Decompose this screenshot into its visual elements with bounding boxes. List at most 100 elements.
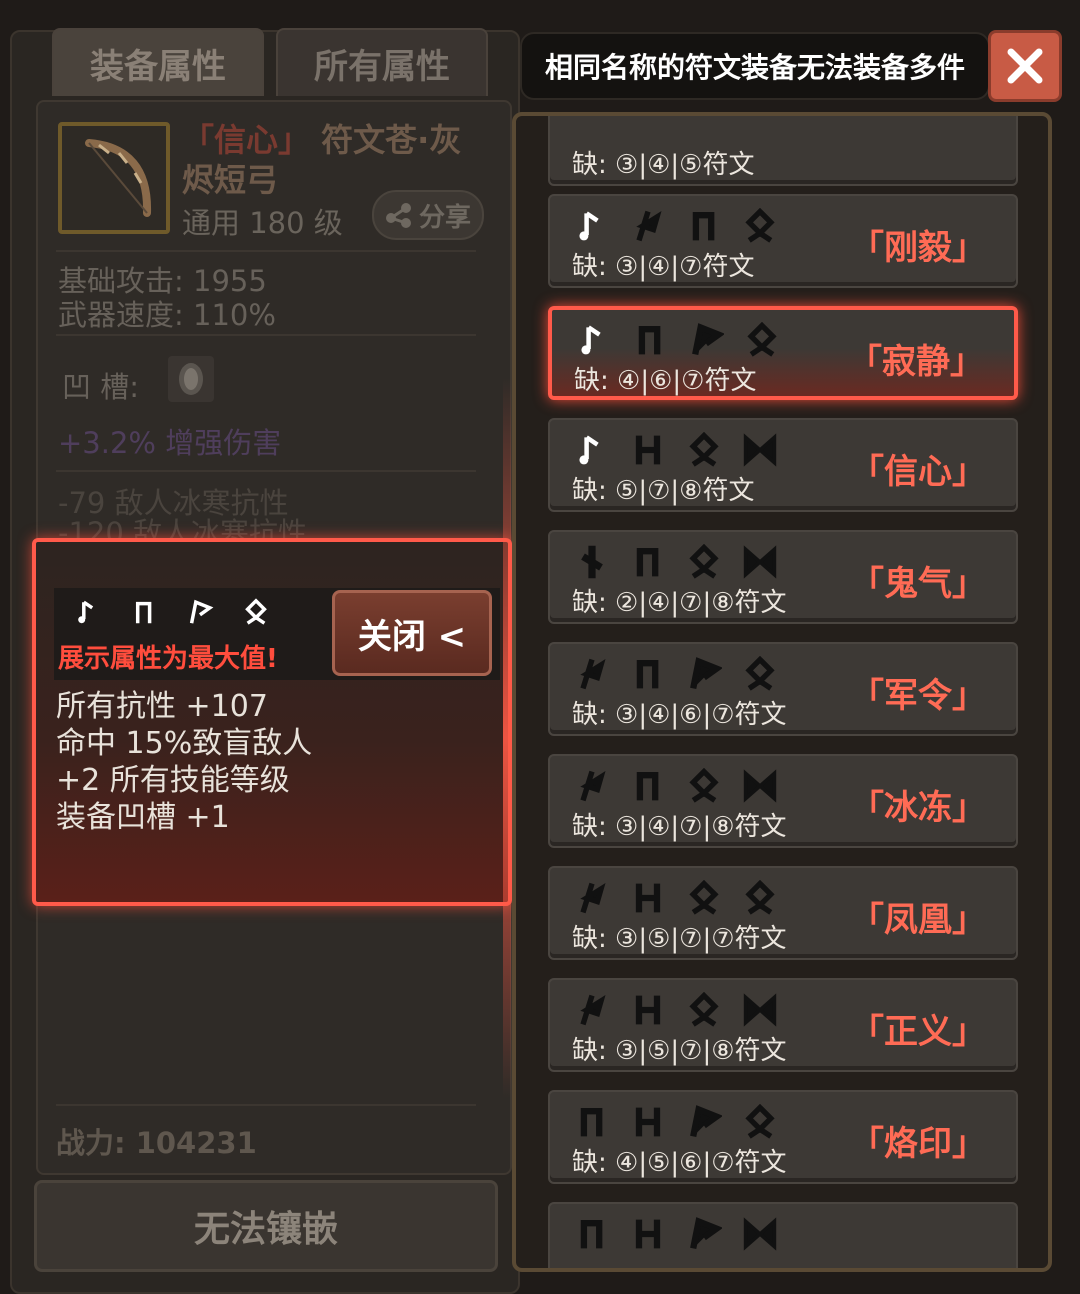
divider <box>56 334 476 336</box>
item-level: 通用 180 级 <box>182 206 343 240</box>
runeword-row[interactable]: 缺: ②|④|⑦|⑧符文 「鬼气」 <box>548 530 1018 624</box>
rune-note-icon <box>78 600 94 624</box>
rune-bowtie-icon <box>743 1217 777 1251</box>
runeword-popup: 展示属性为最大值! 关闭 < 所有抗性 +107 命中 15%致盲敌人 +2 所… <box>32 538 512 906</box>
divider <box>56 470 476 472</box>
missing-runes: 缺: ⑤|⑦|⑧符文 <box>572 476 755 506</box>
runeword-name: 「信心」 <box>850 452 986 492</box>
rune-bowtie-icon <box>743 545 777 579</box>
runeword-name: 「正义」 <box>850 1012 986 1052</box>
runeword-row[interactable]: 缺: ⑤|⑦|⑧符文 「信心」 <box>548 418 1018 512</box>
combat-power: 战力: 104231 <box>56 1126 257 1160</box>
rune-flag-icon <box>580 882 606 914</box>
missing-runes: 缺: ③|⑤|⑦|⑦符文 <box>572 924 787 954</box>
rune-knot-icon <box>689 432 719 467</box>
rune-icons <box>574 880 778 916</box>
rune-banner-icon <box>692 323 724 356</box>
popup-stat: 所有抗性 +107 <box>56 689 268 724</box>
rune-gate-icon <box>580 1220 603 1249</box>
rune-knot-icon <box>745 208 775 243</box>
rune-banner-icon <box>189 599 214 624</box>
missing-runes: 缺: ④|⑤|⑥|⑦符文 <box>572 1148 787 1178</box>
rune-h-icon <box>635 995 661 1025</box>
popup-stat: +2 所有技能等级 <box>56 763 290 798</box>
rune-knot-icon <box>245 598 267 625</box>
empty-socket-icon <box>168 356 214 402</box>
weapon-speed: 武器速度: 110% <box>58 298 276 332</box>
missing-runes: 缺: ④|⑥|⑦符文 <box>574 366 757 396</box>
runeword-name: 「军令」 <box>850 676 986 716</box>
missing-runes: 缺: ③|④|⑦|⑧符文 <box>572 812 787 842</box>
runeword-row[interactable] <box>548 1202 1018 1268</box>
tab-equip-attributes[interactable]: 装备属性 <box>52 28 264 96</box>
runeword-row[interactable]: 缺: ③|④|⑥|⑦符文 「军令」 <box>548 642 1018 736</box>
rune-h-icon <box>635 435 661 465</box>
missing-runes: 缺: ③|④|⑤符文 <box>572 150 755 180</box>
rune-knot-icon <box>689 992 719 1027</box>
divider <box>56 1104 476 1106</box>
runeword-row[interactable]: 缺: ④|⑤|⑥|⑦符文 「烙印」 <box>548 1090 1018 1184</box>
tab-all-attributes[interactable]: 所有属性 <box>276 28 488 96</box>
rune-flag-icon <box>580 658 606 690</box>
rune-banner-icon <box>690 1217 722 1250</box>
bonus-stat: +3.2% 增强伤害 <box>58 426 282 460</box>
divider <box>56 250 476 252</box>
rune-h-icon <box>635 1107 661 1137</box>
share-button[interactable]: 分享 <box>372 190 484 240</box>
rune-icons <box>574 432 778 468</box>
inlay-button[interactable]: 无法镶嵌 <box>34 1180 498 1272</box>
rune-knot-icon <box>689 544 719 579</box>
rune-icons <box>574 1216 778 1252</box>
runeword-name: 「冰冻」 <box>850 788 986 828</box>
runeword-row[interactable]: 缺: ③|④|⑦符文 「刚毅」 <box>548 194 1018 288</box>
glow-connector <box>503 378 511 1098</box>
runeword-name: 「寂静」 <box>848 342 984 382</box>
rune-flag-icon <box>580 994 606 1026</box>
rune-knot-icon <box>745 1104 775 1139</box>
rune-icons <box>574 544 778 580</box>
rune-note-icon <box>579 435 599 465</box>
rune-gate-icon <box>580 1108 603 1137</box>
runeword-name: 「烙印」 <box>850 1124 986 1164</box>
rune-knot-icon <box>745 656 775 691</box>
missing-runes: 缺: ②|④|⑦|⑧符文 <box>572 588 787 618</box>
item-name-quote: 「信心」 <box>182 121 311 159</box>
close-button[interactable] <box>988 30 1062 102</box>
rune-knot-icon <box>747 322 777 357</box>
socket-label: 凹 槽: <box>62 370 139 404</box>
share-label: 分享 <box>418 202 471 233</box>
rune-h-icon <box>635 1219 661 1249</box>
rune-gate-icon <box>638 326 661 355</box>
rune-note-icon <box>579 211 599 241</box>
runeword-list: 缺: ③|④|⑤符文 缺: ③|④|⑦符文 「刚毅」 缺: ④|⑥|⑦符文 「寂静」 缺:… <box>512 112 1052 1272</box>
runeword-name: 「鬼气」 <box>850 564 986 604</box>
rune-gate-icon <box>636 772 659 801</box>
rune-bowtie-icon <box>743 993 777 1027</box>
rune-icons <box>574 992 778 1028</box>
runeword-row[interactable]: 缺: ③|⑤|⑦|⑦符文 「凤凰」 <box>548 866 1018 960</box>
rune-banner-icon <box>690 657 722 690</box>
rune-banner-icon <box>690 1105 722 1138</box>
popup-stat: 装备凹槽 +1 <box>56 800 230 835</box>
rune-knot-icon <box>689 880 719 915</box>
close-popup-button[interactable]: 关闭 < <box>332 590 492 676</box>
rune-gate-icon <box>692 212 715 241</box>
rune-cross-icon <box>581 545 603 579</box>
warning-banner: 相同名称的符文装备无法装备多件 <box>520 32 990 100</box>
rune-bowtie-icon <box>743 433 777 467</box>
rune-knot-icon <box>689 768 719 803</box>
close-x-icon <box>1007 48 1043 84</box>
item-name: 「信心」 符文苍·灰烬短弓 <box>182 120 492 200</box>
runeword-row[interactable]: 缺: ③|⑤|⑦|⑧符文 「正义」 <box>548 978 1018 1072</box>
runeword-row[interactable]: 缺: ④|⑥|⑦符文 「寂静」 <box>548 306 1018 400</box>
rune-icons <box>574 656 778 692</box>
popup-stats: 所有抗性 +107 命中 15%致盲敌人 +2 所有技能等级 装备凹槽 +1 <box>56 688 312 836</box>
runeword-row[interactable]: 缺: ③|④|⑤符文 <box>548 116 1018 186</box>
bow-icon <box>58 122 170 234</box>
missing-runes: 缺: ③|④|⑦符文 <box>572 252 755 282</box>
runeword-name: 「刚毅」 <box>850 228 986 268</box>
runeword-name: 「凤凰」 <box>850 900 986 940</box>
runeword-row[interactable]: 缺: ③|④|⑦|⑧符文 「冰冻」 <box>548 754 1018 848</box>
popup-rune-row <box>74 598 270 626</box>
rune-icons <box>574 768 778 804</box>
